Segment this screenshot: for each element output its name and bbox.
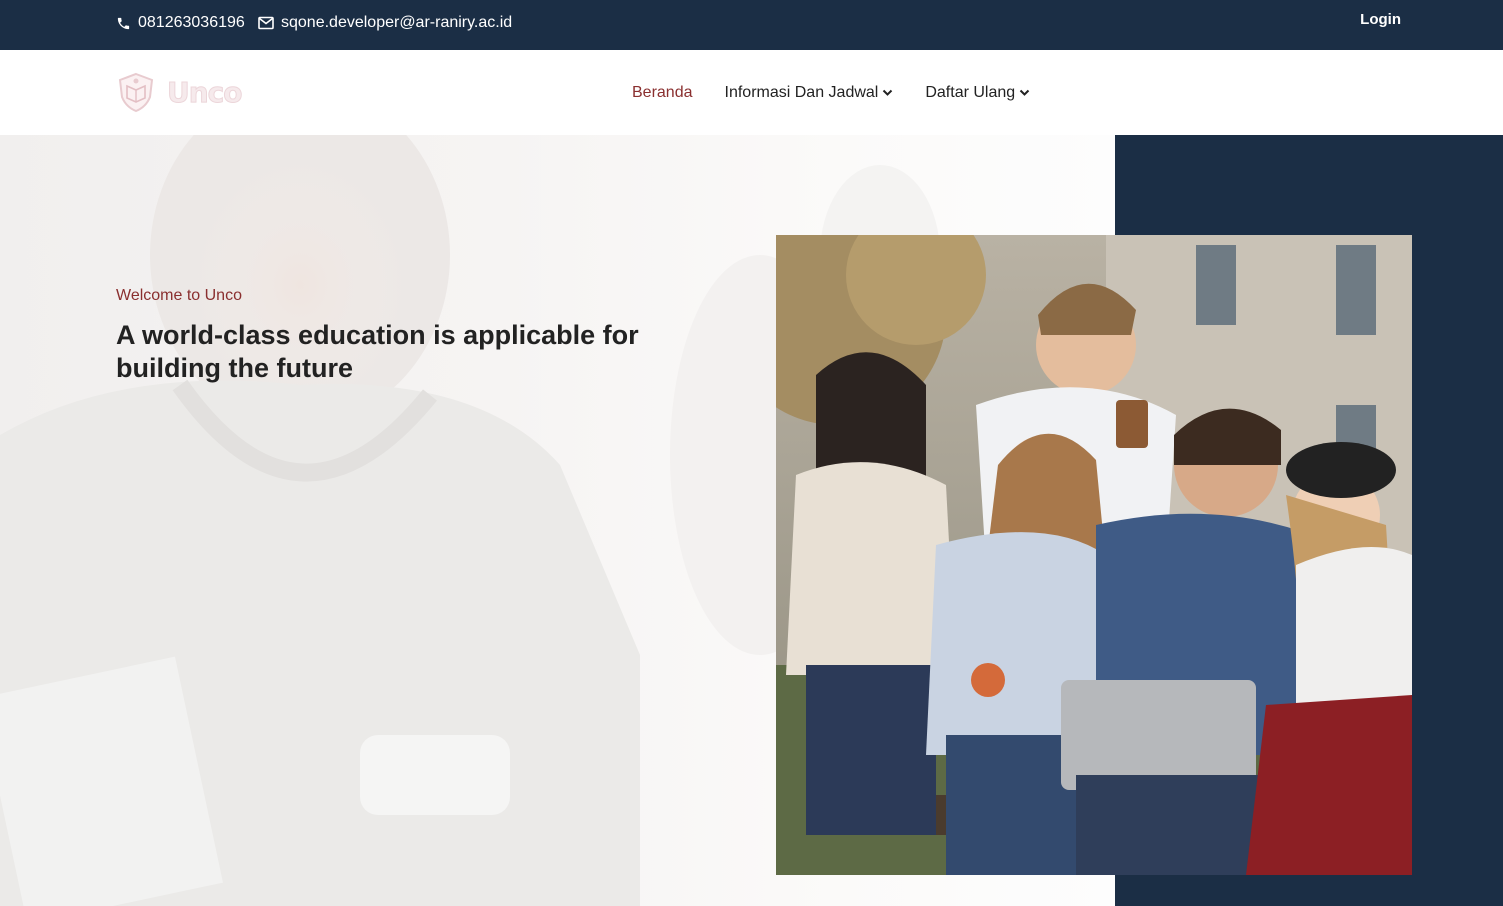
phone-icon <box>117 17 130 29</box>
primary-nav: Beranda Informasi Dan Jadwal Daftar Ulan… <box>632 50 1062 135</box>
chevron-down-icon <box>1019 89 1030 96</box>
phone-number: 081263036196 <box>138 14 245 31</box>
nav-item-informasi-dan-jadwal[interactable]: Informasi Dan Jadwal <box>725 84 894 102</box>
nav-item-beranda[interactable]: Beranda <box>632 84 693 102</box>
nav-item-label: Daftar Ulang <box>925 83 1016 101</box>
nav-item-label: Beranda <box>632 83 693 101</box>
students-illustration <box>776 235 1412 875</box>
email-address: sqone.developer@ar-raniry.ac.id <box>281 14 513 31</box>
nav-item-label: Informasi Dan Jadwal <box>724 83 879 101</box>
brand-name: Unco <box>167 75 244 109</box>
university-crest-icon <box>118 72 154 113</box>
contact-phone: 081263036196 <box>116 0 245 46</box>
mail-icon <box>258 16 274 30</box>
chevron-down-icon <box>883 89 893 96</box>
nav-item-daftar-ulang[interactable]: Daftar Ulang <box>925 84 1030 102</box>
hero-headline: A world-class education is applicable fo… <box>116 320 639 383</box>
login-link[interactable]: Login <box>1360 11 1401 28</box>
top-bar: 081263036196 sqone.developer@ar-raniry.a… <box>0 0 1503 50</box>
contact-email: sqone.developer@ar-raniry.ac.id <box>258 0 512 46</box>
main-navbar: Unco Beranda Informasi Dan Jadwal Daftar… <box>0 50 1503 135</box>
brand-logo[interactable]: Unco <box>115 71 244 113</box>
hero-welcome-text: Welcome to Unco <box>116 287 242 304</box>
hero-students-photo <box>776 235 1412 875</box>
